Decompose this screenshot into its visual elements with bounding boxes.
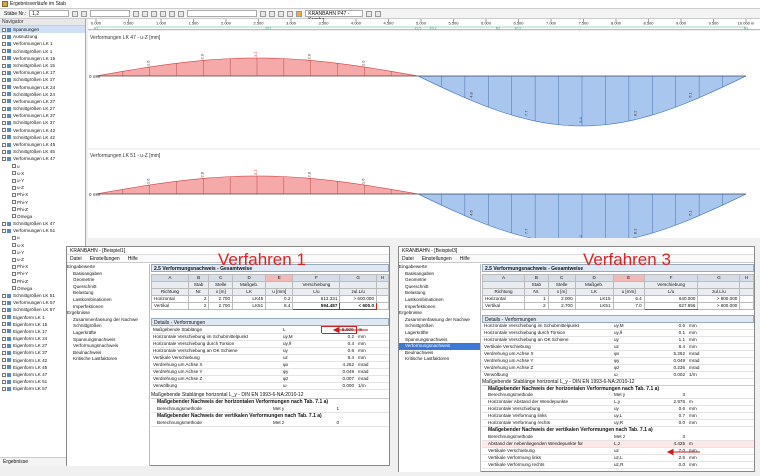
- arrow-left-head: [332, 326, 340, 334]
- annotation-arrows: [332, 326, 700, 456]
- arrow-right-head: [666, 448, 674, 456]
